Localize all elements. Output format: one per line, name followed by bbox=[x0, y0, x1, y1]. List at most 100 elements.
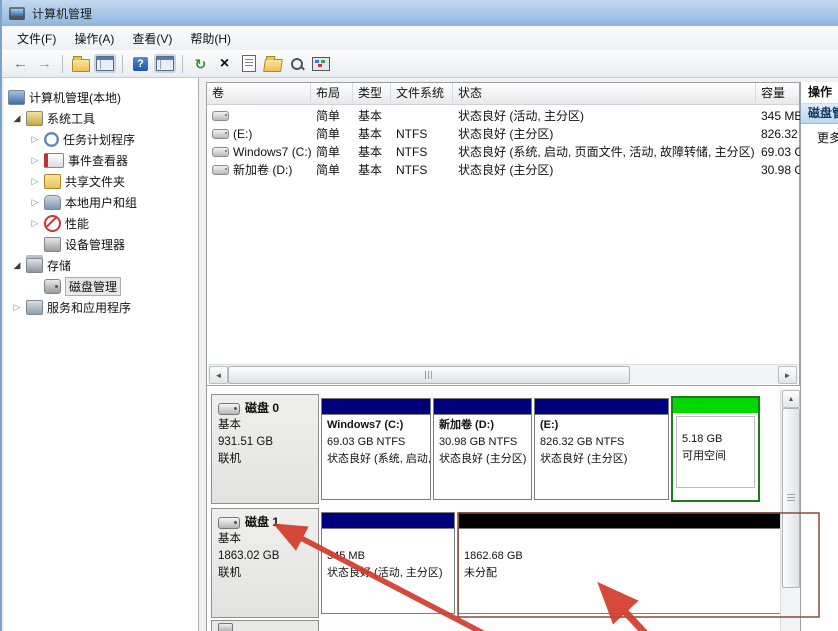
help-icon[interactable]: ? bbox=[130, 53, 151, 74]
volume-row-system-reserved[interactable]: 简单 基本 状态良好 (活动, 主分区) 345 MB bbox=[207, 107, 801, 125]
expander-collapsed-icon[interactable]: ▷ bbox=[30, 134, 40, 145]
actions-header: 操作 bbox=[801, 82, 838, 104]
console-window-icon[interactable] bbox=[94, 53, 115, 74]
tree-item-task-scheduler[interactable]: ▷ 任务计划程序 bbox=[30, 130, 135, 149]
partition-windows7-c[interactable]: Windows7 (C:) 69.03 GB NTFS 状态良好 (系统, 启动… bbox=[321, 398, 431, 500]
toolbar-separator bbox=[62, 54, 63, 73]
partition-color-bar bbox=[535, 399, 668, 415]
clock-icon bbox=[44, 132, 59, 147]
console-tree: 计算机管理(本地) ◢ 系统工具 ▷ 任务计划程序 ▷ 事件查看器 ▷ 共享文件… bbox=[4, 78, 199, 631]
performance-icon bbox=[44, 215, 61, 232]
tree-item-disk-management[interactable]: 磁盘管理 bbox=[44, 277, 122, 296]
tree-item-local-users-groups[interactable]: ▷ 本地用户和组 bbox=[30, 193, 137, 212]
toolbar-separator bbox=[182, 54, 183, 73]
window-title: 计算机管理 bbox=[32, 6, 93, 21]
tree-item-shared-folders[interactable]: ▷ 共享文件夹 bbox=[30, 172, 125, 191]
tree-item-computer-management[interactable]: 计算机管理(本地) bbox=[8, 88, 121, 107]
scroll-up-icon[interactable]: ▲ bbox=[782, 390, 800, 408]
device-manager-icon bbox=[44, 237, 61, 252]
volume-row-new-d[interactable]: 新加卷 (D:) 简单 基本 NTFS 状态良好 (主分区) 30.98 GB bbox=[207, 161, 801, 179]
horizontal-scrollbar-thumb[interactable] bbox=[228, 366, 630, 384]
volume-icon bbox=[212, 129, 229, 139]
tree-item-performance[interactable]: ▷ 性能 bbox=[30, 214, 89, 233]
properties-icon[interactable] bbox=[238, 53, 259, 74]
menu-action[interactable]: 操作(A) bbox=[65, 27, 123, 50]
column-header-capacity[interactable]: 容量 bbox=[756, 83, 801, 103]
menu-file[interactable]: 文件(F) bbox=[8, 27, 65, 50]
shared-folder-icon bbox=[44, 174, 61, 189]
volume-list-header: 卷 布局 类型 文件系统 状态 容量 bbox=[207, 83, 799, 105]
column-header-status[interactable]: 状态 bbox=[453, 83, 756, 103]
disk-row-partial[interactable] bbox=[211, 620, 319, 631]
computer-icon bbox=[8, 90, 25, 105]
column-header-type[interactable]: 类型 bbox=[353, 83, 391, 103]
horizontal-scrollbar[interactable]: ◄ ► bbox=[208, 364, 798, 384]
refresh-icon[interactable]: ↻ bbox=[190, 53, 211, 74]
expander-collapsed-icon[interactable]: ▷ bbox=[30, 218, 40, 229]
cd-drive-icon bbox=[218, 623, 233, 631]
services-icon bbox=[26, 300, 43, 315]
expander-expanded-icon[interactable]: ◢ bbox=[12, 260, 22, 271]
delete-icon[interactable]: × bbox=[214, 53, 235, 74]
partition-unallocated[interactable]: 1862.68 GB 未分配 bbox=[458, 512, 784, 614]
menu-bar: 文件(F) 操作(A) 查看(V) 帮助(H) bbox=[2, 26, 838, 51]
disk-1-label[interactable]: 磁盘 1 基本 1863.02 GB 联机 bbox=[211, 508, 319, 618]
column-header-layout[interactable]: 布局 bbox=[311, 83, 353, 103]
partition-free-space-selected[interactable]: 5.18 GB 可用空间 bbox=[671, 396, 760, 502]
partition-color-bar bbox=[459, 513, 783, 529]
volume-icon bbox=[212, 147, 229, 157]
partition-color-bar bbox=[322, 513, 454, 529]
volume-icon bbox=[212, 111, 229, 121]
disk-0-label[interactable]: 磁盘 0 基本 931.51 GB 联机 bbox=[211, 394, 319, 504]
forward-icon[interactable]: → bbox=[34, 53, 55, 74]
users-icon bbox=[44, 195, 61, 210]
tree-item-device-manager[interactable]: 设备管理器 bbox=[44, 235, 125, 254]
app-icon bbox=[9, 6, 25, 20]
column-header-filesystem[interactable]: 文件系统 bbox=[391, 83, 453, 103]
actions-more[interactable]: 更多操作 bbox=[801, 129, 838, 148]
find-icon[interactable] bbox=[286, 53, 307, 74]
vertical-scrollbar-thumb[interactable] bbox=[782, 408, 800, 588]
expander-collapsed-icon[interactable]: ▷ bbox=[30, 155, 40, 166]
expander-expanded-icon[interactable]: ◢ bbox=[12, 113, 22, 124]
partition-disk1-system[interactable]: 345 MB 状态良好 (活动, 主分区) bbox=[321, 512, 455, 614]
partition-color-bar bbox=[434, 399, 531, 415]
scroll-left-icon[interactable]: ◄ bbox=[209, 366, 228, 384]
storage-icon bbox=[26, 258, 43, 273]
disk-drive-icon bbox=[218, 402, 240, 415]
computer-management-window: 计算机管理 文件(F) 操作(A) 查看(V) 帮助(H) ← → ? ↻ × … bbox=[0, 0, 838, 631]
disk-icon bbox=[44, 279, 61, 294]
tree-item-event-viewer[interactable]: ▷ 事件查看器 bbox=[30, 151, 128, 170]
action-pane-window-icon[interactable] bbox=[154, 53, 175, 74]
volume-list-pane: 卷 布局 类型 文件系统 状态 容量 简单 基本 状态良好 (活动, 主分区) … bbox=[206, 82, 801, 386]
volume-icon bbox=[212, 165, 229, 175]
open-folder-icon[interactable] bbox=[262, 53, 283, 74]
menu-view[interactable]: 查看(V) bbox=[123, 27, 181, 50]
partition-new-volume-d[interactable]: 新加卷 (D:) 30.98 GB NTFS 状态良好 (主分区) bbox=[433, 398, 532, 500]
scroll-right-icon[interactable]: ► bbox=[778, 366, 797, 384]
volume-row-e[interactable]: (E:) 简单 基本 NTFS 状态良好 (主分区) 826.32 GB bbox=[207, 125, 801, 143]
vertical-scrollbar[interactable]: ▲ bbox=[780, 389, 800, 631]
title-bar[interactable]: 计算机管理 bbox=[2, 0, 838, 27]
disk-graphical-pane: 磁盘 0 基本 931.51 GB 联机 Windows7 (C:) 69.03… bbox=[206, 386, 800, 631]
tree-item-storage[interactable]: ◢ 存储 bbox=[12, 256, 71, 275]
expander-collapsed-icon[interactable]: ▷ bbox=[30, 197, 40, 208]
volume-row-windows7-c[interactable]: Windows7 (C:) 简单 基本 NTFS 状态良好 (系统, 启动, 页… bbox=[207, 143, 801, 161]
partition-color-bar bbox=[322, 399, 430, 415]
partition-color-bar bbox=[673, 398, 758, 413]
tools-icon bbox=[26, 111, 43, 126]
tool-bar: ← → ? ↻ × bbox=[2, 50, 838, 78]
expander-collapsed-icon[interactable]: ▷ bbox=[12, 302, 22, 313]
column-header-volume[interactable]: 卷 bbox=[207, 83, 311, 103]
tree-item-services-applications[interactable]: ▷ 服务和应用程序 bbox=[12, 298, 131, 317]
back-icon[interactable]: ← bbox=[10, 53, 31, 74]
toolbar-separator bbox=[122, 54, 123, 73]
menu-help[interactable]: 帮助(H) bbox=[181, 27, 240, 50]
show-console-tree-folder-icon[interactable] bbox=[70, 53, 91, 74]
expander-collapsed-icon[interactable]: ▷ bbox=[30, 176, 40, 187]
remote-screen-icon[interactable] bbox=[310, 53, 331, 74]
tree-item-system-tools[interactable]: ◢ 系统工具 bbox=[12, 109, 95, 128]
event-log-icon bbox=[44, 153, 64, 168]
partition-e[interactable]: (E:) 826.32 GB NTFS 状态良好 (主分区) bbox=[534, 398, 669, 500]
actions-disk-management[interactable]: 磁盘管理 bbox=[801, 104, 838, 124]
